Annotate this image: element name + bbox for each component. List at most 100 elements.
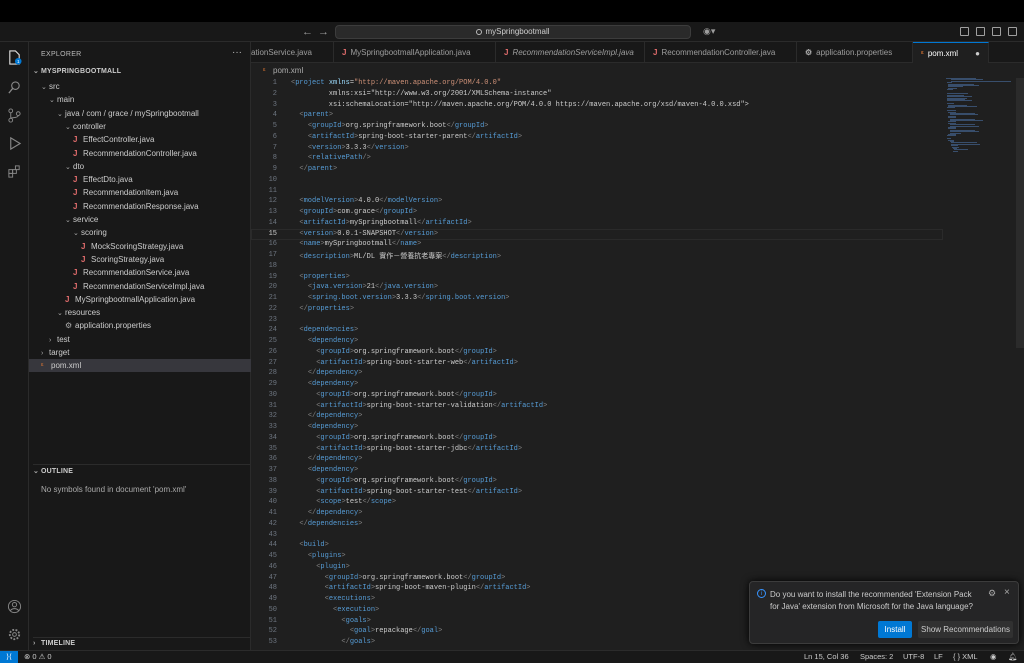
forward-arrow-icon[interactable]: → [318,26,329,38]
line-number: 38 [268,476,277,485]
run-debug-icon[interactable] [7,136,22,151]
copilot-status-icon[interactable]: ◉ [990,651,997,663]
java-file-icon: J [504,48,509,57]
problems-indicator[interactable]: ⊗ 0 ⚠ 0 [24,651,52,663]
unsaved-dot-icon[interactable]: ● [975,43,980,63]
extensions-icon[interactable] [7,164,22,179]
line-number: 17 [268,251,277,259]
search-icon[interactable] [7,80,22,95]
customize-layout-icon[interactable] [960,27,969,36]
timeline-section[interactable]: › TIMELINE [33,637,251,647]
tree-item[interactable]: ⌄ service [29,213,251,226]
minimap-line [947,107,955,109]
line-number: 39 [268,487,277,496]
code-line: <java.version>21</java.version> [307,283,439,292]
explorer-icon[interactable]: 1 [7,50,22,65]
cursor-position[interactable]: Ln 15, Col 36 [804,651,849,663]
code-editor[interactable]: 1 <project xmlns="http://maven.apache.org… [251,78,1024,650]
tree-item[interactable]: J RecommendationResponse.java [29,200,251,213]
chevron-down-icon: ⌄ [33,468,40,475]
line-number: 22 [268,304,277,313]
java-file-icon: J [65,294,70,304]
more-actions-icon[interactable]: ··· [232,47,242,58]
code-line: <artifactId>mySpringbootmall</artifactId… [299,218,472,227]
tree-item[interactable]: ⌄ java / com / grace / mySpringbootmall [29,107,251,120]
close-icon[interactable]: × [1004,587,1010,598]
tree-item[interactable]: J RecommendationService.java [29,266,251,279]
notifications-bell-icon[interactable]: 🔔︎ [1008,651,1018,663]
account-icon[interactable] [7,599,22,614]
tree-item[interactable]: ⌄ controller [29,120,251,133]
chevron-down-icon: ⌄ [41,84,47,91]
toggle-panel-icon[interactable] [992,27,1001,36]
line-number: 23 [268,315,277,324]
tree-item-label: main [57,95,75,105]
code-line: <description>ML/DL 實作－營養抗老專案</descriptio… [299,253,502,261]
indentation[interactable]: Spaces: 2 [860,651,893,663]
vertical-scrollbar[interactable] [1016,78,1024,348]
tree-item[interactable]: ⚙ application.properties [29,319,251,332]
settings-gear-icon[interactable] [7,627,22,642]
tree-item[interactable]: J RecommendationServiceImpl.java [29,280,251,293]
source-control-icon[interactable] [7,108,22,123]
title-bar: ← → mySpringbootmall ◉▾ [0,22,1024,42]
tree-item[interactable]: J ScoringStrategy.java [29,253,251,266]
tree-item[interactable]: ᵋ pom.xml [29,359,251,373]
editor-tab[interactable]: J RecommendationServiceImpl.java [496,42,645,63]
status-bar: ⟩⟨ ⊗ 0 ⚠ 0 Ln 15, Col 36 Spaces: 2 UTF-8… [0,650,1024,663]
line-number: 26 [268,347,277,356]
editor-tab[interactable]: J RecommendationController.java [645,42,797,63]
tree-item[interactable]: ⌄ scoring [29,226,251,239]
java-file-icon: J [653,48,658,57]
outline-section[interactable]: ⌄ OUTLINE [33,464,251,475]
editor-tab[interactable]: ationService.java [251,42,334,63]
code-line: </dependency> [307,509,363,517]
tree-item[interactable]: J RecommendationController.java [29,147,251,160]
tree-item[interactable]: ⌄ main [29,93,251,106]
tab-label: RecommendationServiceImpl.java [512,48,634,57]
gear-icon[interactable]: ⚙ [988,588,996,599]
encoding[interactable]: UTF-8 [903,651,924,663]
breadcrumb-file: pom.xml [273,66,304,75]
editor-tab[interactable]: J MySpringbootmallApplication.java [334,42,496,63]
editor-tab[interactable]: ⚙ application.properties [797,42,913,63]
tab-label: application.properties [816,48,893,57]
line-number: 49 [268,595,277,603]
remote-icon[interactable]: ⟩⟨ [0,651,18,663]
code-line: </parent> [299,165,338,173]
project-section[interactable]: ⌄ MYSPRINGBOOTMALL [33,67,121,75]
tree-item[interactable]: J EffectDto.java [29,173,251,186]
java-file-icon: J [73,175,78,185]
language-mode[interactable]: { } XML [953,651,978,663]
minimap[interactable] [946,78,1016,158]
copilot-icon[interactable]: ◉▾ [703,26,715,37]
toggle-primary-sidebar-icon[interactable] [976,27,985,36]
line-ending[interactable]: LF [934,651,943,663]
minimap-line [953,150,958,152]
editor-tab[interactable]: ᵋ pom.xml ● [913,42,989,63]
xml-file-icon: ᵋ [41,361,44,371]
tree-item[interactable]: ⌄ dto [29,160,251,173]
tree-item[interactable]: › target [29,346,251,359]
code-line: <project xmlns="http://maven.apache.org/… [291,79,502,87]
show-recommendations-button[interactable]: Show Recommendations [918,621,1013,638]
breadcrumb[interactable]: ᵋ pom.xml [251,63,1024,78]
properties-file-icon: ⚙ [805,48,813,57]
java-file-icon: J [73,135,78,145]
back-arrow-icon[interactable]: ← [302,26,313,38]
command-center-search[interactable]: mySpringbootmall [335,25,691,39]
tree-item[interactable]: J EffectController.java [29,133,251,146]
tree-item-label: target [49,348,70,357]
tree-item[interactable]: J MySpringbootmallApplication.java [29,293,251,306]
tree-item[interactable]: ⌄ resources [29,306,251,319]
editor-tabs: ationService.java J MySpringbootmallApplic… [251,42,1024,63]
install-button[interactable]: Install [878,621,912,638]
tree-item[interactable]: ⌄ src [29,80,251,93]
chevron-right-icon: › [33,640,36,647]
toggle-secondary-sidebar-icon[interactable] [1008,27,1017,36]
tree-item[interactable]: J MockScoringStrategy.java [29,240,251,253]
tree-item[interactable]: J RecommendationItem.java [29,186,251,199]
tree-item[interactable]: › test [29,333,251,346]
code-line: <build> [299,541,329,550]
line-number: 30 [268,390,277,399]
